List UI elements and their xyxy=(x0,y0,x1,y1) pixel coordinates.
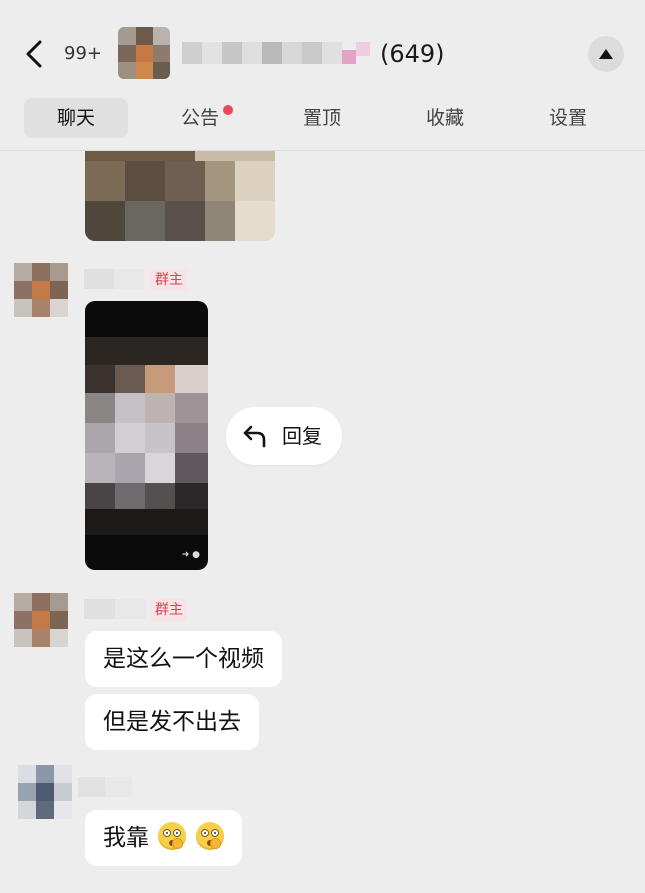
tab-pinned[interactable]: 置顶 xyxy=(292,98,352,138)
text-message[interactable]: 是这么一个视频 xyxy=(85,631,282,687)
zipper-mouth-face-icon xyxy=(158,822,187,850)
avatar[interactable] xyxy=(14,263,68,317)
unread-count: 99+ xyxy=(64,43,102,64)
video-message[interactable]: ➜ ● xyxy=(85,301,208,570)
image-message[interactable] xyxy=(85,151,275,241)
tab-announcement[interactable]: 公告 xyxy=(170,98,230,138)
text-message[interactable]: 但是发不出去 xyxy=(85,694,259,750)
group-owner-badge: 群主 xyxy=(151,599,187,621)
tab-bar: 聊天 公告 置顶 收藏 设置 xyxy=(20,98,625,138)
group-name-blurred xyxy=(182,38,372,68)
video-status-icon: ➜ ● xyxy=(181,550,200,560)
sender-name-blurred xyxy=(84,267,144,293)
chat-header: 99+ (649) 聊天 公告 置顶 收藏 设置 xyxy=(0,0,645,151)
message-list[interactable]: 群主 ➜ ● 回复 群主 是这么一个视频 但是发不出去 我靠 xyxy=(0,151,645,893)
avatar[interactable] xyxy=(18,765,72,819)
member-count: (649) xyxy=(380,40,445,68)
sender-name-blurred xyxy=(78,775,132,801)
zipper-mouth-face-icon xyxy=(195,822,224,850)
tab-favorites[interactable]: 收藏 xyxy=(415,98,475,138)
sender-name-blurred xyxy=(84,597,146,623)
triangle-up-icon xyxy=(599,49,613,59)
back-button[interactable] xyxy=(20,34,50,74)
collapse-button[interactable] xyxy=(588,36,624,72)
avatar[interactable] xyxy=(14,593,68,647)
reply-arrow-icon xyxy=(243,425,266,448)
group-avatar[interactable] xyxy=(118,27,170,79)
tab-chat[interactable]: 聊天 xyxy=(24,98,128,138)
reply-label: 回复 xyxy=(282,424,322,448)
message-text: 我靠 xyxy=(103,825,149,851)
tab-settings[interactable]: 设置 xyxy=(538,98,598,138)
text-message[interactable]: 我靠 xyxy=(85,810,242,866)
group-owner-badge: 群主 xyxy=(151,269,187,291)
reply-button[interactable]: 回复 xyxy=(226,407,342,465)
chevron-left-icon xyxy=(26,40,42,68)
notification-dot xyxy=(223,105,233,115)
